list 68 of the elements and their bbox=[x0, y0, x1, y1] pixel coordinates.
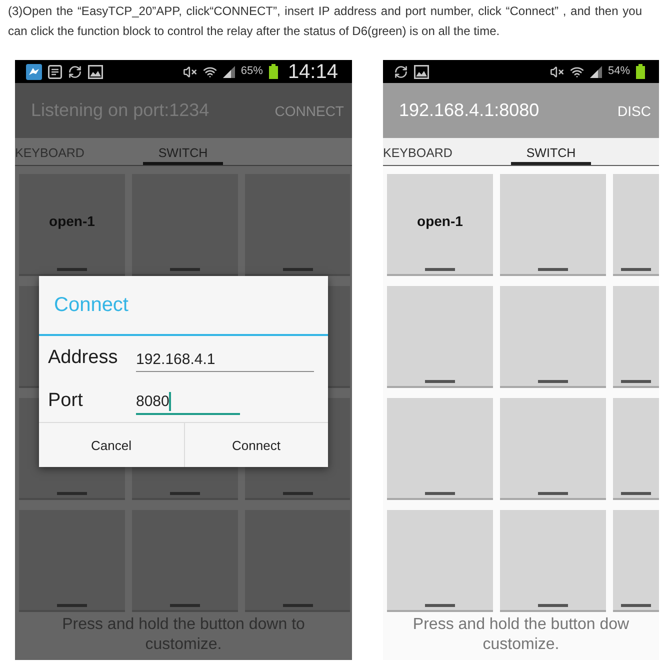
text-field[interactable]: 8080 bbox=[136, 390, 240, 414]
dialog-button[interactable]: Cancel bbox=[39, 423, 184, 467]
dialog-title: Connect bbox=[39, 276, 328, 336]
switch-tile[interactable] bbox=[132, 174, 238, 276]
indicator-dash-icon bbox=[170, 604, 200, 607]
switch-tile[interactable] bbox=[245, 174, 350, 276]
field-label: Address bbox=[47, 346, 119, 368]
indicator-dash-icon bbox=[425, 604, 455, 607]
app-icon bbox=[26, 64, 42, 80]
indicator-dash-icon bbox=[425, 492, 455, 495]
mute-icon bbox=[550, 64, 564, 78]
tab[interactable]: KEYBOARD bbox=[383, 138, 511, 165]
indicator-dash-icon bbox=[282, 268, 312, 271]
wifi-icon bbox=[570, 64, 584, 78]
field-label: Port bbox=[47, 390, 84, 412]
indicator-dash-icon bbox=[621, 380, 651, 383]
clock-time: 14:14 bbox=[288, 62, 338, 82]
indicator-dash-icon bbox=[621, 268, 651, 271]
indicator-dash-icon bbox=[538, 380, 568, 383]
battery-percent: 54% bbox=[608, 66, 630, 77]
indicator-dash-icon bbox=[282, 492, 312, 495]
indicator-dash-icon bbox=[57, 268, 87, 271]
instruction-text: (3)Open the “EasyTCP_20”APP, click“CONNECT”, insert IP address and port number, click “Connect” , and then you can click the function block to control the relay after the status of D6(green) is on all the time. bbox=[8, 3, 642, 40]
indicator-dash-icon bbox=[282, 604, 312, 607]
indicator-dash-icon bbox=[57, 492, 87, 495]
indicator-dash-icon bbox=[425, 380, 455, 383]
indicator-dash-icon bbox=[170, 268, 200, 271]
mute-icon bbox=[182, 64, 197, 78]
battery-icon bbox=[268, 64, 278, 79]
dialog-button[interactable]: Connect bbox=[184, 423, 328, 467]
switch-tile[interactable] bbox=[132, 510, 238, 612]
indicator-dash-icon bbox=[621, 604, 651, 607]
indicator-dash-icon bbox=[425, 268, 455, 271]
image-icon bbox=[88, 64, 103, 78]
text-cursor-icon bbox=[169, 392, 172, 411]
tab[interactable]: SWITCH bbox=[511, 138, 591, 165]
refresh-icon bbox=[68, 64, 82, 78]
signal-icon bbox=[590, 66, 602, 78]
hint-text: Press and hold the button dow customize. bbox=[412, 615, 630, 655]
indicator-dash-icon bbox=[538, 492, 568, 495]
refresh-icon bbox=[394, 64, 408, 78]
signal-icon bbox=[222, 66, 235, 78]
switch-tile[interactable] bbox=[387, 398, 493, 500]
switch-tile[interactable]: open-1 bbox=[387, 174, 493, 276]
indicator-dash-icon bbox=[538, 268, 568, 271]
switch-tile[interactable] bbox=[613, 510, 659, 612]
indicator-dash-icon bbox=[57, 604, 87, 607]
indicator-dash-icon bbox=[621, 492, 651, 495]
switch-tile[interactable] bbox=[19, 510, 125, 612]
switch-tile[interactable] bbox=[500, 510, 606, 612]
switch-tile[interactable] bbox=[245, 510, 350, 612]
switch-tile[interactable] bbox=[387, 510, 493, 612]
switch-tile[interactable] bbox=[613, 398, 659, 500]
indicator-dash-icon bbox=[170, 492, 200, 495]
switch-tile[interactable] bbox=[613, 174, 659, 276]
wifi-icon bbox=[202, 64, 217, 78]
switch-tile[interactable] bbox=[613, 286, 659, 388]
document-icon bbox=[48, 64, 62, 78]
switch-tile[interactable] bbox=[387, 286, 493, 388]
battery-icon bbox=[636, 64, 645, 79]
switch-tile[interactable] bbox=[500, 174, 606, 276]
switch-tile[interactable] bbox=[500, 286, 606, 388]
app-bar-title: 192.168.4.1:8080 bbox=[399, 100, 540, 121]
switch-tile[interactable] bbox=[500, 398, 606, 500]
battery-percent: 65% bbox=[240, 66, 263, 77]
image-icon bbox=[414, 64, 429, 78]
text-field[interactable]: 192.168.4.1 bbox=[136, 348, 314, 372]
indicator-dash-icon bbox=[538, 604, 568, 607]
